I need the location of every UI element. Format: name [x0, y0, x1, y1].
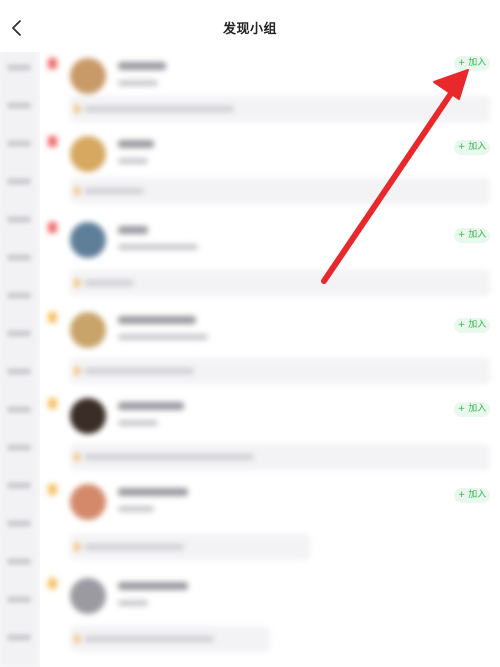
rank-badge — [48, 484, 57, 495]
rank-badge — [48, 578, 57, 589]
category-item[interactable] — [7, 368, 31, 375]
group-meta — [118, 600, 148, 606]
group-name — [118, 488, 188, 496]
latest-post — [70, 358, 490, 384]
group-item[interactable]: + 加入 — [40, 130, 500, 217]
group-avatar — [70, 58, 106, 94]
latest-post — [70, 178, 490, 204]
join-group-button[interactable]: + 加入 — [454, 488, 490, 503]
group-meta — [118, 334, 208, 340]
group-name — [118, 316, 196, 324]
category-item[interactable] — [7, 64, 31, 71]
discover-groups-screen: 发现小组 + 加入 + 加入 + 加入 + 加入 + 加入 + 加入 — [0, 0, 500, 667]
category-item[interactable] — [7, 140, 31, 147]
category-item[interactable] — [7, 520, 31, 527]
category-item[interactable] — [7, 482, 31, 489]
rank-badge — [48, 58, 57, 69]
group-avatar — [70, 136, 106, 172]
category-item[interactable] — [7, 330, 31, 337]
page-title: 发现小组 — [222, 22, 277, 37]
rank-badge — [48, 398, 57, 409]
category-item[interactable] — [7, 178, 31, 185]
category-item[interactable] — [7, 634, 31, 641]
group-meta — [118, 506, 154, 512]
group-item[interactable]: + 加入 — [40, 52, 500, 131]
group-avatar — [70, 578, 106, 614]
category-item[interactable] — [7, 254, 31, 261]
latest-post — [70, 444, 490, 470]
latest-post — [70, 626, 270, 652]
join-group-button[interactable]: + 加入 — [454, 56, 490, 71]
category-item[interactable] — [7, 444, 31, 451]
group-meta — [118, 80, 158, 86]
group-meta — [118, 158, 148, 164]
group-avatar — [70, 398, 106, 434]
category-sidebar[interactable] — [0, 52, 38, 667]
group-item[interactable]: + 加入 — [40, 392, 500, 479]
category-item[interactable] — [7, 406, 31, 413]
join-group-button[interactable]: + 加入 — [454, 318, 490, 333]
group-name — [118, 140, 154, 148]
group-meta — [118, 420, 158, 426]
group-item[interactable]: + 加入 — [40, 478, 500, 573]
rank-badge — [48, 312, 57, 323]
rank-badge — [48, 222, 57, 233]
latest-post — [70, 534, 310, 560]
category-item[interactable] — [7, 596, 31, 603]
join-group-button[interactable]: + 加入 — [454, 402, 490, 417]
group-avatar — [70, 222, 106, 258]
group-avatar — [70, 312, 106, 348]
group-avatar — [70, 484, 106, 520]
group-item[interactable] — [40, 572, 500, 667]
group-name — [118, 226, 148, 234]
group-name — [118, 582, 188, 590]
category-item[interactable] — [7, 292, 31, 299]
join-group-button[interactable]: + 加入 — [454, 228, 490, 243]
join-group-button[interactable]: + 加入 — [454, 140, 490, 155]
rank-badge — [48, 136, 57, 147]
group-name — [118, 402, 184, 410]
group-name — [118, 62, 166, 70]
category-item[interactable] — [7, 558, 31, 565]
group-item[interactable]: + 加入 — [40, 216, 500, 307]
latest-post — [70, 270, 490, 296]
group-item[interactable]: + 加入 — [40, 306, 500, 393]
top-nav-bar: 发现小组 — [0, 0, 500, 52]
group-meta — [118, 244, 198, 250]
category-item[interactable] — [7, 102, 31, 109]
category-item[interactable] — [7, 216, 31, 223]
group-list: + 加入 + 加入 + 加入 + 加入 + 加入 + 加入 — [40, 52, 500, 667]
latest-post — [70, 96, 490, 122]
